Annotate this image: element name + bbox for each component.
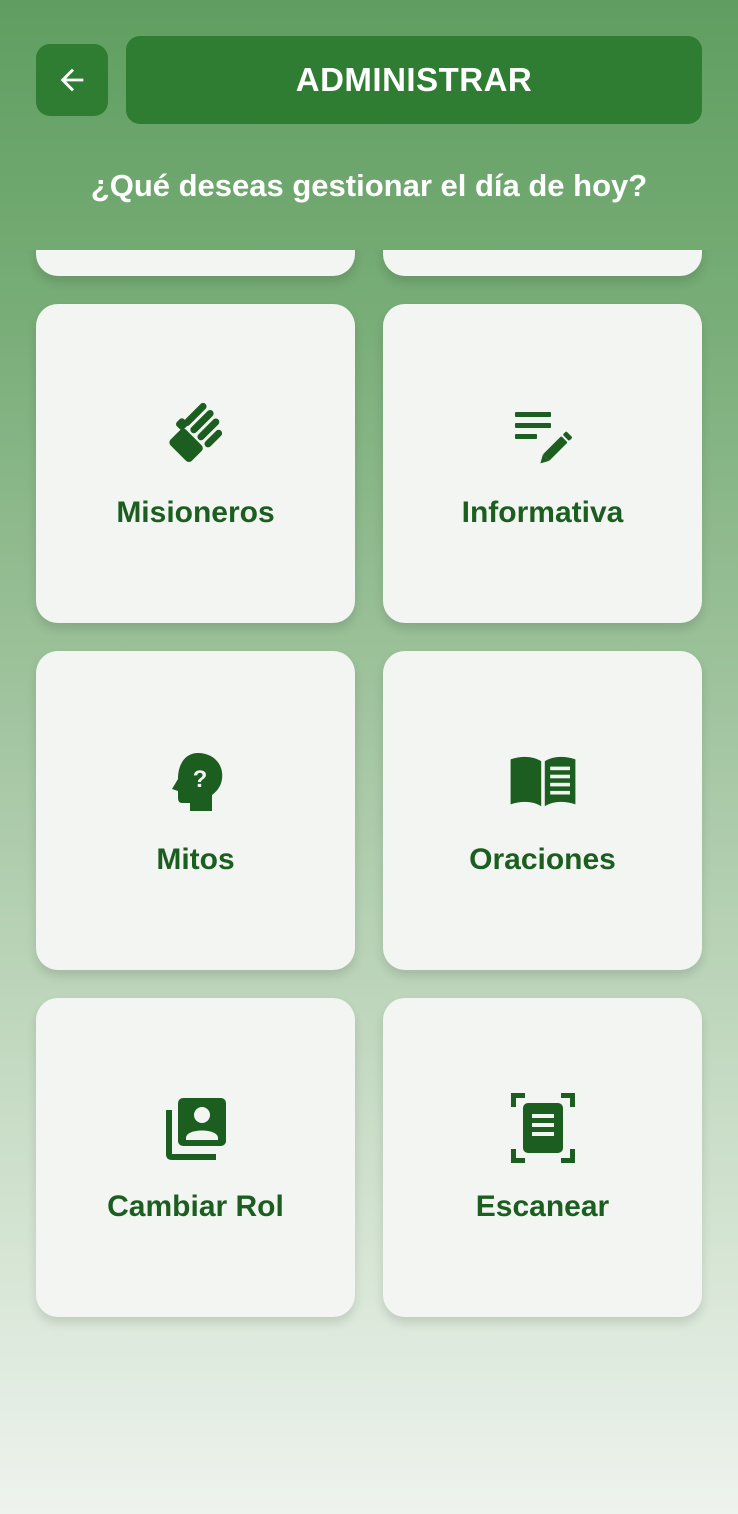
edit-note-icon — [507, 398, 579, 470]
menu-card-informativa[interactable]: Informativa — [383, 304, 702, 623]
back-button[interactable] — [36, 44, 108, 116]
psychology-question-icon: ? — [160, 745, 232, 817]
menu-card-label: Cambiar Rol — [107, 1189, 284, 1223]
page-title: ADMINISTRAR — [295, 61, 533, 98]
menu-card-partial[interactable] — [383, 250, 702, 276]
menu-card-label: Oraciones — [469, 842, 616, 876]
menu-card-label: Informativa — [461, 495, 624, 529]
menu-card-partial[interactable] — [36, 250, 355, 276]
page-title-bar: ADMINISTRAR — [126, 36, 702, 124]
menu-card-label: Escanear — [475, 1189, 610, 1223]
menu-card-escanear[interactable]: Escanear — [383, 998, 702, 1317]
menu-card-cambiar-rol[interactable]: Cambiar Rol — [36, 998, 355, 1317]
arrow-left-icon — [60, 68, 84, 92]
menu-card-mitos[interactable]: ? Mitos — [36, 651, 355, 970]
menu-grid[interactable]: Misioneros Informativa ? Mitos Oraciones… — [0, 250, 738, 1350]
menu-card-oraciones[interactable]: Oraciones — [383, 651, 702, 970]
menu-card-label: Misioneros — [116, 495, 275, 529]
document-scanner-icon — [507, 1092, 579, 1164]
open-book-icon — [507, 745, 579, 817]
menu-card-misioneros[interactable]: Misioneros — [36, 304, 355, 623]
menu-card-label: Mitos — [156, 842, 235, 876]
svg-text:?: ? — [192, 766, 207, 793]
handshake-icon — [160, 398, 232, 470]
page-subtitle: ¿Qué deseas gestionar el día de hoy? — [90, 168, 648, 203]
switch-account-icon — [160, 1092, 232, 1164]
